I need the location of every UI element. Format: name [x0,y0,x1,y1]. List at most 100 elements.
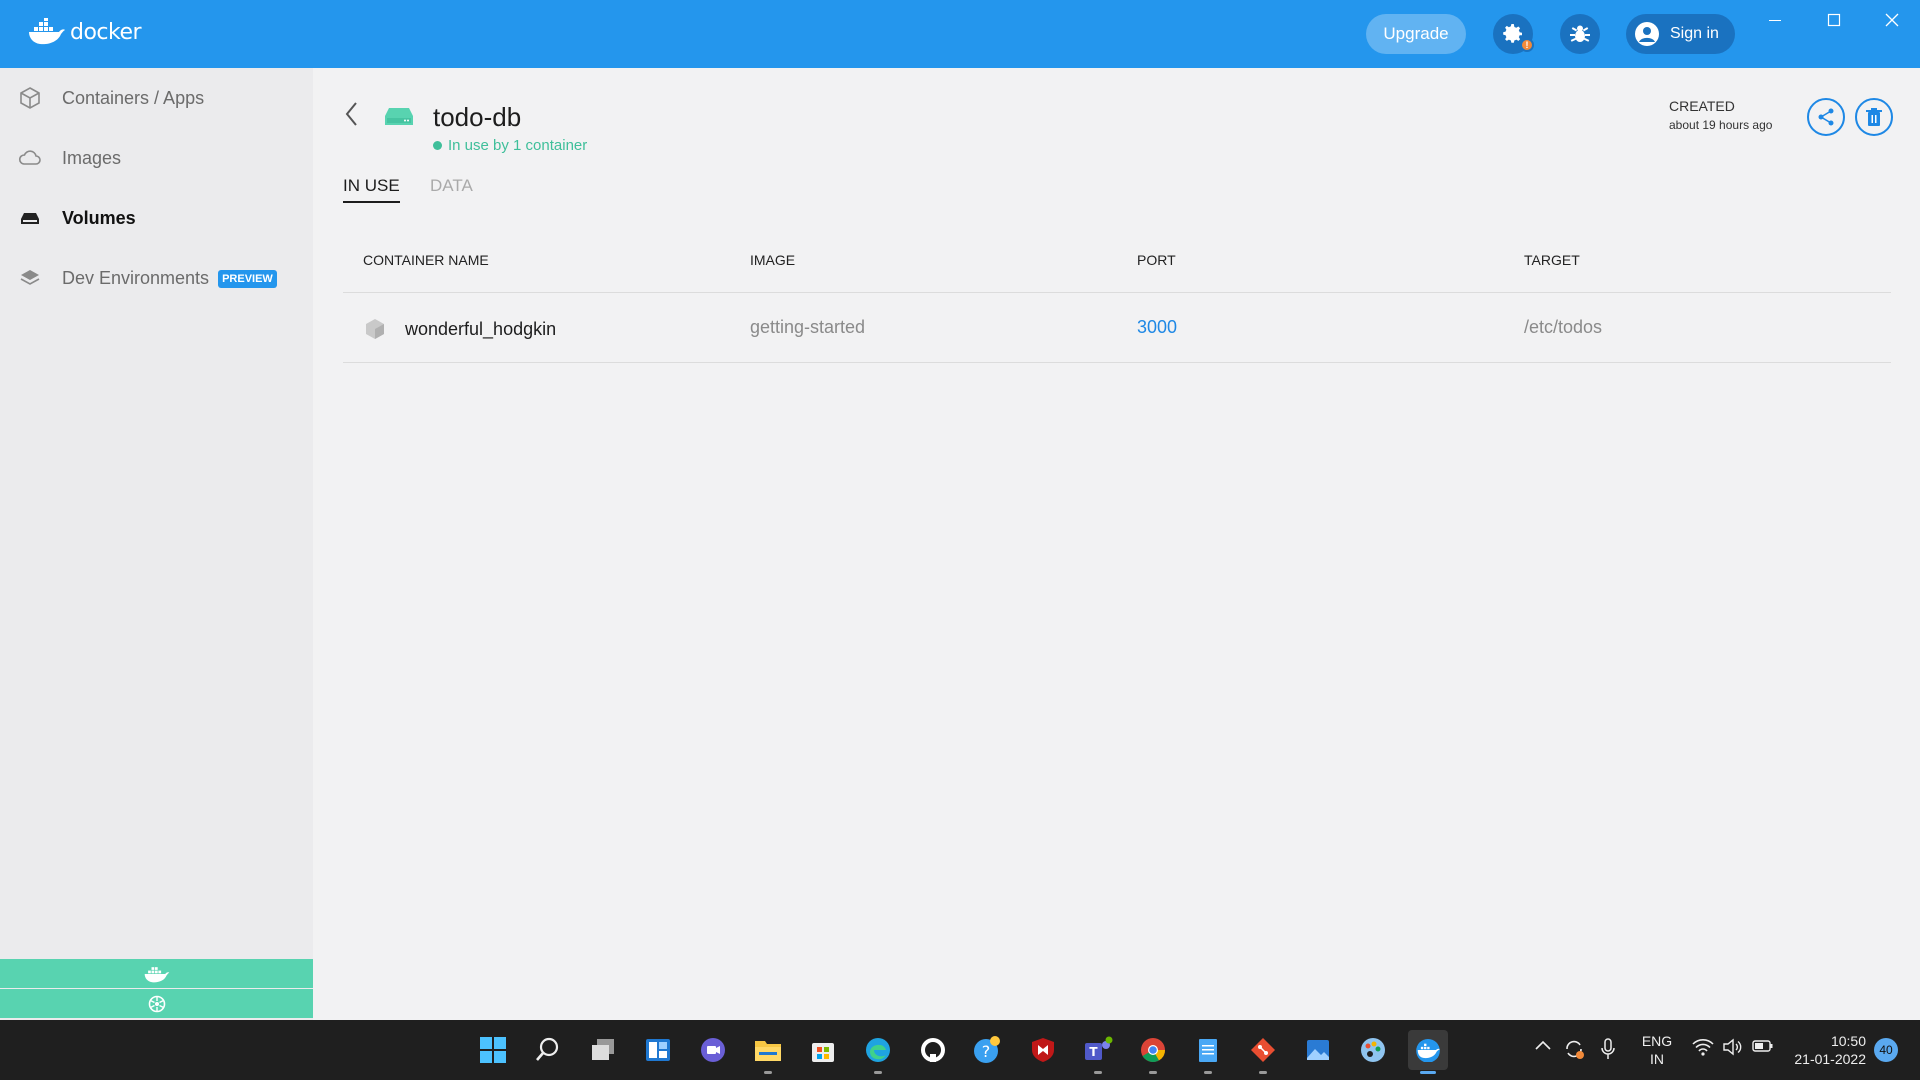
volume-status[interactable] [1722,1038,1742,1059]
notification-count-badge[interactable]: 40 [1874,1038,1898,1062]
column-header-image[interactable]: IMAGE [750,252,795,268]
tab-data[interactable]: DATA [430,176,473,201]
battery-status[interactable] [1752,1038,1774,1057]
share-icon [1818,108,1834,126]
chrome-app[interactable] [1133,1030,1173,1074]
teams-app[interactable]: T [1078,1030,1118,1074]
sidebar-item-label: Containers / Apps [62,87,205,108]
edge-icon [866,1038,890,1062]
sidebar-item-containers[interactable]: Containers / Apps [18,83,204,113]
sign-in-label: Sign in [1670,25,1719,42]
table-row[interactable]: wonderful_hodgkin getting-started 3000 /… [343,293,1891,363]
input-language[interactable]: ENG IN [1640,1032,1674,1068]
chat-icon [701,1038,725,1062]
chat-app[interactable] [693,1030,733,1070]
edge-app[interactable] [858,1030,898,1074]
speaker-icon [1723,1038,1742,1056]
settings-button[interactable]: ! [1493,14,1534,54]
back-button[interactable] [343,100,361,133]
status-dot-icon [433,141,442,150]
disk-icon [21,213,39,224]
git-icon [1251,1038,1275,1062]
volume-icon [383,104,415,133]
sync-status[interactable] [1563,1038,1585,1063]
column-header-port[interactable]: PORT [1137,252,1176,268]
kubernetes-icon [148,995,165,1012]
minimize-button[interactable] [1760,8,1790,32]
status-text: In use by 1 container [448,137,588,154]
mcafee-app[interactable] [1023,1030,1063,1070]
clock[interactable]: 10:50 21-01-2022 [1792,1032,1866,1068]
container-name[interactable]: wonderful_hodgkin [405,319,556,340]
user-icon [1635,22,1659,46]
windows-icon [480,1037,506,1063]
upgrade-button[interactable]: Upgrade [1366,14,1466,54]
close-window-button[interactable] [1877,8,1907,32]
sidebar-item-label: Images [62,147,122,168]
start-button[interactable] [473,1030,513,1070]
task-view-button[interactable] [583,1030,623,1070]
help-app[interactable]: ? [968,1030,1008,1070]
photos-app[interactable] [1298,1030,1338,1070]
show-hidden-icons-button[interactable] [1534,1038,1552,1055]
running-indicator [764,1071,772,1074]
page-title: todo-db [433,102,522,132]
delete-button[interactable] [1855,98,1893,136]
notepad-icon [1199,1039,1217,1062]
column-header-container-name[interactable]: CONTAINER NAME [363,252,489,268]
port-link[interactable]: 3000 [1137,317,1177,338]
region-code: IN [1650,1051,1664,1067]
close-icon [1885,13,1899,27]
widgets-button[interactable] [638,1030,678,1070]
file-explorer-app[interactable] [748,1030,788,1074]
created-value: about 19 hours ago [1669,118,1773,132]
sidebar-item-label: Dev Environments [62,267,210,288]
git-app[interactable] [1243,1030,1283,1074]
taskbar-search-button[interactable] [528,1030,568,1070]
trash-icon [1866,108,1882,126]
chevron-left-icon [345,102,357,126]
minimize-icon [1769,20,1781,21]
volume-detail-view: todo-db In use by 1 container CREATED ab… [313,68,1920,1020]
docker-desktop-app[interactable] [1408,1030,1448,1074]
troubleshoot-button[interactable] [1560,14,1600,54]
photos-icon [1307,1040,1329,1060]
sidebar-item-volumes[interactable]: Volumes [18,203,136,233]
microphone-status[interactable] [1600,1038,1616,1063]
column-header-target[interactable]: TARGET [1524,252,1580,268]
update-badge: ! [1520,38,1534,52]
teams-icon: T [1085,1036,1113,1060]
notepad-app[interactable] [1188,1030,1228,1074]
title-bar: docker Upgrade ! Sign in [0,0,1920,68]
created-label: CREATED [1669,98,1735,114]
sign-in-button[interactable]: Sign in [1626,14,1735,54]
sidebar-item-dev-environments[interactable]: Dev Environments PREVIEW [18,263,277,293]
kubernetes-status-bar[interactable] [0,989,313,1018]
export-button[interactable] [1807,98,1845,136]
github-app[interactable] [913,1030,953,1070]
chrome-icon [1141,1038,1165,1063]
sidebar: Containers / Apps Images Volumes Dev Env… [0,68,313,1020]
help-icon: ? [974,1036,1000,1063]
sidebar-item-label: Volumes [62,207,136,228]
whale-icon [29,18,65,45]
cube-icon [20,87,40,109]
octocat-icon [921,1038,945,1062]
maximize-icon [1827,13,1841,27]
sidebar-item-images[interactable]: Images [18,143,121,173]
paint-app[interactable] [1353,1030,1393,1070]
volume-status: In use by 1 container [433,137,587,154]
running-indicator [1259,1071,1267,1074]
svg-text:T: T [1089,1045,1098,1059]
network-status[interactable] [1692,1038,1714,1059]
cube-icon [366,319,384,339]
tab-in-use[interactable]: IN USE [343,176,400,203]
palette-icon [1361,1038,1385,1062]
running-indicator [1420,1071,1436,1074]
shield-icon [1032,1038,1054,1062]
wifi-icon [1692,1039,1714,1056]
engine-status-bar[interactable] [0,959,313,988]
store-app[interactable] [803,1030,843,1070]
docker-logo: docker [28,18,142,46]
maximize-button[interactable] [1819,8,1849,32]
